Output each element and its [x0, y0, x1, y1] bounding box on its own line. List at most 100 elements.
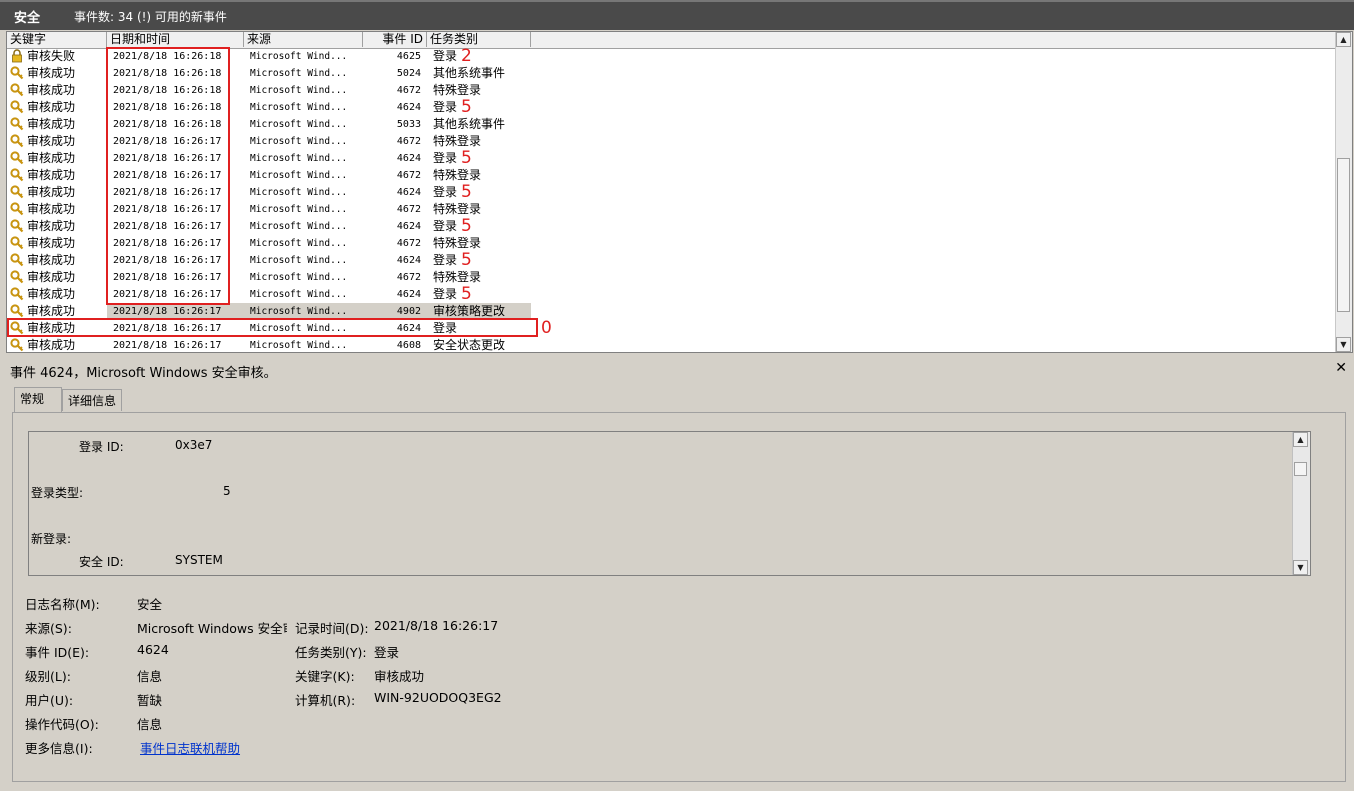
row-source: Microsoft Wind... [250, 221, 348, 232]
scroll-thumb[interactable] [1337, 158, 1350, 312]
row-keyword: 审核成功 [27, 185, 76, 199]
column-datetime[interactable]: 日期和时间 [107, 32, 244, 47]
event-description[interactable]: 登录 ID: 0x3e7 登录类型: 5 新登录: 安全 ID: SYSTEM … [28, 431, 1311, 576]
column-task[interactable]: 任务类别 [427, 32, 531, 47]
row-keyword: 审核成功 [27, 117, 76, 131]
source-label: 来源(S): [25, 621, 72, 636]
column-source[interactable]: 来源 [244, 32, 363, 47]
row-task: 特殊登录 [433, 202, 482, 216]
scroll-up-icon[interactable]: ▲ [1336, 32, 1351, 47]
row-task: 登录 [433, 185, 458, 199]
row-keyword: 审核失败 [27, 49, 76, 63]
row-event-id: 4672 [396, 204, 421, 215]
row-task: 登录 [433, 49, 458, 63]
row-source: Microsoft Wind... [250, 340, 348, 351]
row-source: Microsoft Wind... [250, 204, 348, 215]
row-keyword: 审核成功 [27, 236, 76, 250]
row-source: Microsoft Wind... [250, 238, 348, 249]
scroll-thumb[interactable] [1294, 462, 1307, 476]
row-source: Microsoft Wind... [250, 119, 348, 130]
row-keyword: 审核成功 [27, 287, 76, 301]
row-source: Microsoft Wind... [250, 68, 348, 79]
row-event-id: 4624 [396, 255, 421, 266]
desc-value: 5 [223, 484, 231, 498]
event-list[interactable]: 关键字 日期和时间 来源 事件 ID 任务类别 审核失败 2021/8/18 16… [6, 31, 1353, 353]
row-event-id: 4624 [396, 187, 421, 198]
detail-header: 事件 4624，Microsoft Windows 安全审核。 ✕ [6, 360, 1353, 381]
row-source: Microsoft Wind... [250, 51, 348, 62]
row-source: Microsoft Wind... [250, 255, 348, 266]
row-event-id: 4672 [396, 170, 421, 181]
computer-value: WIN-92UODOQ3EG2 [374, 690, 502, 705]
annotation-number: 5 [461, 284, 472, 304]
annotation-number: 5 [461, 148, 472, 168]
row-keyword: 审核成功 [27, 134, 76, 148]
desc-label: 登录 ID: [79, 440, 124, 454]
row-source: Microsoft Wind... [250, 187, 348, 198]
row-source: Microsoft Wind... [250, 136, 348, 147]
row-task: 特殊登录 [433, 236, 482, 250]
tab-general[interactable]: 常规 [14, 387, 62, 412]
row-event-id: 4672 [396, 238, 421, 249]
level-value: 信息 [137, 669, 163, 684]
row-source: Microsoft Wind... [250, 170, 348, 181]
list-scrollbar[interactable]: ▲ ▼ [1335, 32, 1352, 352]
row-event-id: 4624 [396, 153, 421, 164]
row-event-id: 4672 [396, 272, 421, 283]
scroll-down-icon[interactable]: ▼ [1293, 560, 1308, 575]
close-icon[interactable]: ✕ [1335, 360, 1347, 376]
tab-details[interactable]: 详细信息 [62, 389, 122, 411]
log-name-value: 安全 [137, 597, 163, 612]
row-task: 安全状态更改 [433, 338, 506, 352]
row-event-id: 5033 [396, 119, 421, 130]
row-task: 登录 [433, 151, 458, 165]
description-scrollbar[interactable]: ▲ ▼ [1292, 432, 1310, 575]
more-info-label: 更多信息(I): [25, 741, 93, 756]
column-event-id[interactable]: 事件 ID [363, 32, 427, 47]
scroll-up-icon[interactable]: ▲ [1293, 432, 1308, 447]
row-event-id: 5024 [396, 68, 421, 79]
annotation-number: 5 [461, 250, 472, 270]
row-keyword: 审核成功 [27, 202, 76, 216]
annotation-number: 5 [461, 97, 472, 117]
datetime-highlight-box [106, 47, 230, 305]
row-keyword: 审核成功 [27, 338, 76, 352]
opcode-label: 操作代码(O): [25, 717, 99, 732]
source-value: Microsoft Windows 安全审 [137, 621, 287, 636]
log-name-label: 日志名称(M): [25, 597, 100, 612]
row-task: 登录 [433, 253, 458, 267]
row-highlight-box [7, 318, 538, 337]
row-keyword: 审核成功 [27, 83, 76, 97]
row-source: Microsoft Wind... [250, 272, 348, 283]
user-label: 用户(U): [25, 693, 74, 708]
level-label: 级别(L): [25, 669, 71, 684]
row-task: 特殊登录 [433, 134, 482, 148]
annotation-number: 0 [541, 318, 552, 338]
row-task: 登录 [433, 100, 458, 114]
row-event-id: 4624 [396, 221, 421, 232]
row-task: 特殊登录 [433, 168, 482, 182]
scroll-down-icon[interactable]: ▼ [1336, 337, 1351, 352]
row-task: 其他系统事件 [433, 66, 506, 80]
event-row[interactable]: 审核成功 2021/8/18 16:26:17 Microsoft Wind... 4… [7, 337, 1337, 352]
desc-value: SYSTEM [175, 553, 223, 567]
row-task: 登录 [433, 287, 458, 301]
logged-label: 记录时间(D): [295, 621, 369, 636]
more-info-link[interactable]: 事件日志联机帮助 [140, 738, 240, 757]
desc-label: 登录类型: [31, 486, 84, 500]
column-keyword[interactable]: 关键字 [7, 32, 107, 47]
row-keyword: 审核成功 [27, 100, 76, 114]
row-keyword: 审核成功 [27, 151, 76, 165]
computer-label: 计算机(R): [295, 693, 356, 708]
keywords-label: 关键字(K): [295, 669, 355, 684]
row-keyword: 审核成功 [27, 66, 76, 80]
event-id-value: 4624 [137, 642, 169, 657]
row-event-id: 4624 [396, 289, 421, 300]
row-event-id: 4608 [396, 340, 421, 351]
detail-title: 事件 4624，Microsoft Windows 安全审核。 [10, 366, 277, 381]
row-datetime: 2021/8/18 16:26:17 [113, 340, 222, 351]
annotation-number: 2 [461, 46, 472, 66]
task-label: 任务类别(Y): [295, 645, 367, 660]
row-keyword: 审核成功 [27, 270, 76, 284]
row-task: 登录 [433, 219, 458, 233]
